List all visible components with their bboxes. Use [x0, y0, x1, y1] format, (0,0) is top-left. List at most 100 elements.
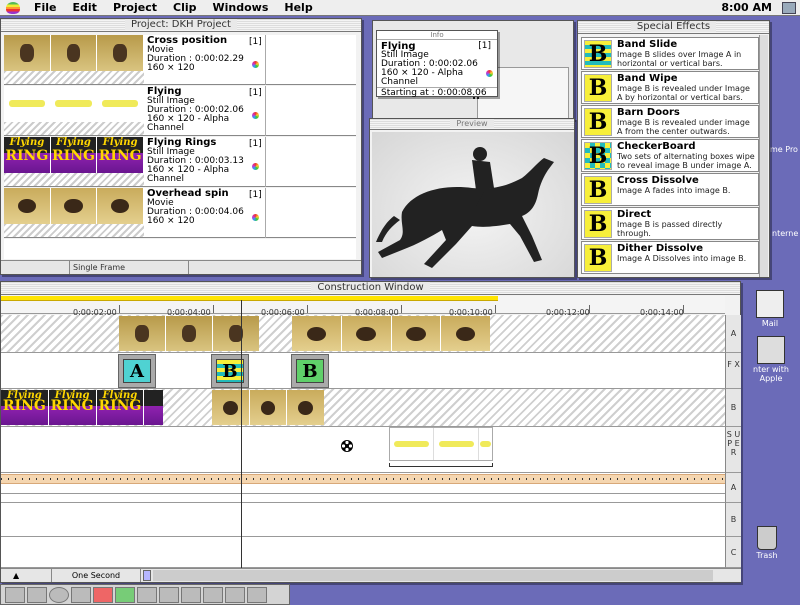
project-clip-row[interactable]: Cross position Movie Duration : 0:00:02.… — [4, 35, 356, 85]
audio-track-a[interactable] — [1, 473, 725, 503]
transition-icon: A — [123, 359, 151, 383]
menubar: File Edit Project Clip Windows Help 8:00… — [0, 0, 800, 16]
speaker-icon[interactable] — [225, 586, 245, 603]
desktop-icon-mail[interactable]: Mail — [745, 290, 795, 328]
menu-file[interactable]: File — [26, 1, 65, 14]
color-wheel-icon — [252, 214, 259, 221]
direct-icon: B — [584, 210, 612, 238]
info-clip-size: 160 × 120 - Alpha Channel — [381, 68, 464, 87]
galloping-horse-image — [376, 147, 554, 268]
menu-project[interactable]: Project — [105, 1, 165, 14]
preview-window-title: Preview — [450, 119, 494, 128]
info-window-title[interactable]: Info — [377, 31, 497, 40]
menu-edit[interactable]: Edit — [65, 1, 105, 14]
track-fx[interactable]: A B B — [1, 353, 725, 389]
effect-band-wipe[interactable]: B Band Wipe Image B is revealed under Im… — [581, 71, 759, 104]
clip-info: Overhead spin Movie Duration : 0:00:04.0… — [147, 188, 265, 237]
construction-window-footer: ▲ One Second — [1, 568, 741, 582]
menu-windows[interactable]: Windows — [205, 1, 277, 14]
project-clip-row[interactable]: Flying Still Image Duration : 0:00:02.06… — [4, 86, 356, 136]
effect-cross-dissolve[interactable]: B Cross Dissolve Image A fades into imag… — [581, 173, 759, 206]
control-strip-item[interactable] — [71, 586, 91, 603]
timeline-clip-flying-rings[interactable]: Flying RING Flying RING Flying RING — [1, 390, 163, 425]
special-effects-window: Special Effects B Band Slide Image B sli… — [577, 20, 770, 278]
menu-help[interactable]: Help — [276, 1, 320, 14]
application-menu-icon[interactable] — [782, 2, 796, 14]
work-area-bar[interactable] — [1, 296, 498, 301]
timeline-transition[interactable]: B — [291, 354, 329, 388]
special-effects-titlebar[interactable]: Special Effects — [578, 21, 769, 34]
track-label-audio-c: C — [725, 537, 741, 568]
view-mode-label[interactable]: Single Frame — [69, 261, 189, 274]
desktop-icon-trash[interactable]: Trash — [742, 526, 792, 560]
info-clip-index: [1] — [478, 41, 491, 51]
timeline-clip-overhead-spin-b[interactable] — [212, 390, 324, 425]
control-strip — [0, 584, 290, 605]
clip-index: [1] — [249, 37, 262, 47]
control-strip-item[interactable] — [203, 586, 223, 603]
control-strip-item[interactable] — [159, 586, 179, 603]
clip-thumbnails — [4, 86, 145, 122]
timeline-ruler[interactable]: 0:00:02:00 0:00:04:00 0:00:06:00 0:00:08… — [1, 296, 725, 317]
clip-index: [1] — [249, 88, 262, 98]
color-wheel-icon — [252, 163, 259, 170]
timeline-transition[interactable]: B — [211, 354, 249, 388]
project-window-titlebar[interactable]: Project: DKH Project — [1, 19, 361, 32]
control-strip-item[interactable] — [49, 586, 69, 603]
effect-direct[interactable]: B Direct Image B is passed directly thro… — [581, 207, 759, 240]
effect-barn-doors[interactable]: B Barn Doors Image B is revealed under i… — [581, 105, 759, 138]
timeline-clip-cross-position[interactable] — [119, 316, 259, 351]
desktop-icon-label[interactable]: nterne — [772, 229, 798, 238]
timeline-clip-flying[interactable] — [389, 427, 493, 461]
control-strip-item[interactable] — [27, 586, 47, 603]
track-b[interactable]: Flying RING Flying RING Flying RING — [1, 389, 725, 427]
track-a[interactable] — [1, 315, 725, 353]
desktop-icon-label[interactable]: me Pro — [770, 145, 798, 154]
control-strip-item[interactable] — [5, 586, 25, 603]
control-strip-item[interactable] — [137, 586, 157, 603]
track-label-fx: F X — [725, 353, 741, 389]
horizontal-scroll-thumb[interactable] — [143, 570, 151, 581]
control-strip-item[interactable] — [247, 586, 267, 603]
control-strip-item[interactable] — [93, 586, 113, 603]
cross-dissolve-icon: B — [584, 176, 612, 204]
project-clip-row[interactable]: Overhead spin Movie Duration : 0:00:04.0… — [4, 188, 356, 238]
menu-clip[interactable]: Clip — [165, 1, 205, 14]
desktop-icon-enter-with-apple[interactable]: nter with Apple — [742, 336, 800, 383]
film-reel-icon[interactable] — [340, 439, 354, 453]
construction-window-title: Construction Window — [311, 282, 430, 293]
preview-window-titlebar[interactable]: Preview — [370, 119, 574, 130]
construction-window-titlebar[interactable]: Construction Window — [1, 282, 740, 295]
clip-thumbnails — [4, 188, 145, 224]
clip-index: [1] — [249, 190, 262, 200]
horizontal-scrollbar[interactable] — [153, 570, 713, 581]
audio-track-c[interactable] — [1, 537, 725, 568]
control-strip-item[interactable] — [115, 586, 135, 603]
effect-dither-dissolve[interactable]: B Dither Dissolve Image A Dissolves into… — [581, 241, 759, 274]
timeline-transition[interactable]: A — [118, 354, 156, 388]
audio-track-b[interactable] — [1, 503, 725, 537]
track-label-b: B — [725, 389, 741, 427]
project-window-title: Project: DKH Project — [125, 19, 237, 30]
effects-scrollbar[interactable] — [759, 35, 768, 277]
clip-index: [1] — [249, 139, 262, 149]
info-window: Info Flying [1] Still Image Duration : 0… — [376, 30, 498, 98]
timescale-selector[interactable]: One Second — [51, 569, 141, 582]
apple-menu-icon[interactable] — [6, 1, 20, 14]
timeline-clip-overhead-spin[interactable] — [292, 316, 490, 351]
construction-window: Construction Window 0:00:02:00 0:00:04:0… — [0, 281, 741, 583]
clip-info: Flying Rings Still Image Duration : 0:00… — [147, 137, 265, 186]
info-start-time: Starting at : 0:00:08.06 — [377, 87, 497, 98]
zoom-out-icon[interactable]: ▲ — [13, 571, 19, 580]
project-clip-row[interactable]: Flying RING Flying RING Flying RING Flying … — [4, 137, 356, 187]
track-super[interactable] — [1, 427, 725, 473]
track-label-super: S U P E R — [725, 427, 741, 473]
playhead[interactable] — [241, 300, 242, 568]
effect-checkerboard[interactable]: B CheckerBoard Two sets of alternating b… — [581, 139, 759, 172]
project-window-footer: Single Frame — [1, 260, 361, 274]
dither-dissolve-icon: B — [584, 244, 612, 272]
transition-icon: B — [216, 359, 244, 383]
control-strip-item[interactable] — [181, 586, 201, 603]
effect-band-slide[interactable]: B Band Slide Image B slides over Image A… — [581, 37, 759, 70]
pen-document-icon — [757, 336, 785, 364]
